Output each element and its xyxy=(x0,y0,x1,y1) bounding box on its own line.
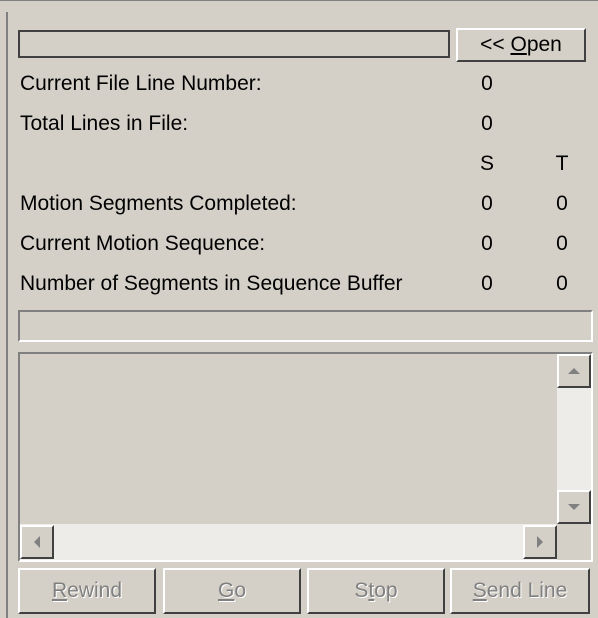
arrow-up-icon xyxy=(568,368,580,374)
go-button[interactable]: Go xyxy=(163,568,301,614)
segments-in-buffer-s: 0 xyxy=(481,272,493,295)
go-mnemonic: G xyxy=(217,579,235,602)
stop-label-end: op xyxy=(374,579,398,602)
current-motion-sequence-t: 0 xyxy=(556,232,568,255)
total-lines-value: 0 xyxy=(481,112,493,135)
open-button-prefix: << xyxy=(480,33,511,56)
segments-in-buffer-t: 0 xyxy=(556,272,568,295)
program-listbox[interactable] xyxy=(18,352,593,562)
send-line-mnemonic: S xyxy=(472,579,487,602)
segments-in-buffer-label: Number of Segments in Sequence Buffer xyxy=(20,272,403,295)
send-line-button[interactable]: Send Line xyxy=(450,568,590,614)
rewind-mnemonic: R xyxy=(51,579,68,602)
vertical-scrollbar[interactable] xyxy=(557,354,591,524)
column-header-s: S xyxy=(479,152,494,175)
motion-segments-completed-s: 0 xyxy=(481,192,493,215)
rewind-button[interactable]: Rewind xyxy=(18,568,156,614)
open-button-mnemonic: O xyxy=(510,33,527,56)
current-motion-sequence-s: 0 xyxy=(481,232,493,255)
open-button-rest: pen xyxy=(526,33,562,56)
stop-button[interactable]: St op xyxy=(307,568,445,614)
column-header-t: T xyxy=(555,152,569,175)
progress-bar xyxy=(18,310,593,342)
scroll-left-button[interactable] xyxy=(20,525,54,559)
scroll-right-button[interactable] xyxy=(523,525,557,559)
arrow-right-icon xyxy=(537,536,543,548)
go-label: o xyxy=(234,579,247,602)
rewind-label: ewind xyxy=(67,579,123,602)
current-line-value: 0 xyxy=(481,72,493,95)
current-line-label: Current File Line Number: xyxy=(20,72,262,95)
open-button[interactable]: << Open xyxy=(456,28,586,62)
window-frame xyxy=(0,0,598,15)
total-lines-label: Total Lines in File: xyxy=(20,112,189,135)
stop-label-start: S xyxy=(354,579,369,602)
current-motion-sequence-label: Current Motion Sequence: xyxy=(20,232,266,255)
scroll-up-button[interactable] xyxy=(557,354,591,388)
scrollbar-corner xyxy=(557,524,591,560)
motion-segments-completed-t: 0 xyxy=(556,192,568,215)
window-frame-edge xyxy=(6,12,8,618)
file-path-field[interactable] xyxy=(18,30,450,58)
send-line-label: end Line xyxy=(486,579,568,602)
arrow-left-icon xyxy=(34,536,40,548)
scroll-down-button[interactable] xyxy=(557,490,591,524)
horizontal-scrollbar[interactable] xyxy=(20,524,557,560)
motion-segments-completed-label: Motion Segments Completed: xyxy=(20,192,297,215)
arrow-down-icon xyxy=(568,504,580,510)
